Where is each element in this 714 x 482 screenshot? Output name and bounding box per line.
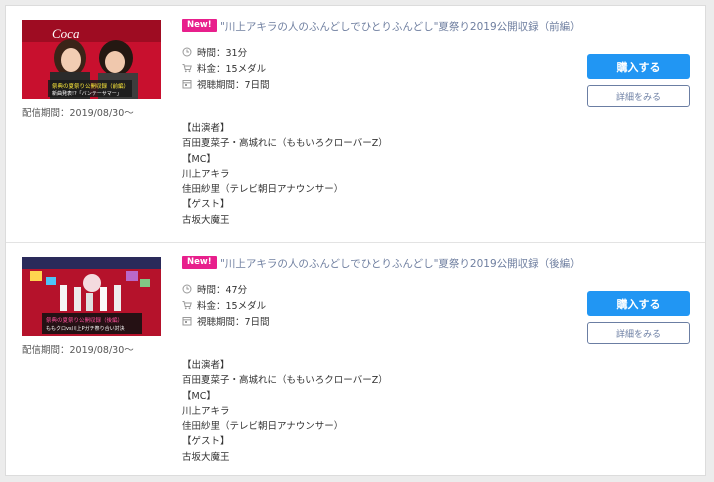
new-badge: New! — [182, 19, 217, 32]
cast-line: 【ゲスト】 — [182, 199, 230, 211]
calendar-icon — [182, 317, 192, 326]
cast-line: 【MC】 — [182, 390, 216, 402]
calendar-icon — [182, 80, 192, 89]
duration-text: 時間：31分 — [197, 48, 248, 59]
thumbnail-image: Coca 祭典の夏祭り公開収録（前編） 新曲発表!?「バンテーサマー」 — [22, 20, 161, 99]
cart-icon — [182, 64, 192, 73]
details-button[interactable]: 詳細をみる — [587, 85, 690, 107]
cart-icon — [182, 301, 192, 310]
price-row: 料金：15メダル — [182, 60, 270, 76]
cast-line: 【出演者】 — [182, 360, 230, 371]
clock-icon — [182, 284, 192, 294]
episode-thumbnail[interactable]: 祭典の夏祭り公開収録（後編） ももクロvs川上Pガチ祭り合い対決 — [22, 257, 161, 336]
cast-line: 【MC】 — [182, 153, 216, 165]
cast-line: 佳田紗里（テレビ朝日アナウンサー） — [182, 421, 344, 433]
cast-line: 古坂大魔王 — [182, 451, 230, 463]
episode-item: 祭典の夏祭り公開収録（後編） ももクロvs川上Pガチ祭り合い対決 配信期間：20… — [6, 242, 705, 479]
episode-thumbnail[interactable]: Coca 祭典の夏祭り公開収録（前編） 新曲発表!?「バンテーサマー」 — [22, 20, 161, 99]
episode-meta: 時間：47分 料金：15メダル 視聴期間：7日間 — [182, 281, 270, 329]
viewing-period-row: 視聴期間：7日間 — [182, 313, 270, 329]
thumbnail-caption-1: 祭典の夏祭り公開収録（後編） — [46, 316, 123, 324]
cast-line: 川上アキラ — [182, 405, 230, 417]
clock-icon — [182, 47, 192, 57]
viewing-period-text: 視聴期間：7日間 — [197, 80, 270, 91]
cast-list: 【出演者】 百田夏菜子・高城れに（ももいろクローバーZ） 【MC】 川上アキラ … — [182, 121, 388, 228]
cast-line: 川上アキラ — [182, 168, 230, 180]
cast-line: 【ゲスト】 — [182, 436, 230, 448]
episode-meta: 時間：31分 料金：15メダル 視聴期間：7日間 — [182, 44, 270, 92]
cast-line: 百田夏菜子・高城れに（ももいろクローバーZ） — [182, 375, 388, 387]
duration-text: 時間：47分 — [197, 285, 248, 296]
price-row: 料金：15メダル — [182, 297, 270, 313]
price-text: 料金：15メダル — [197, 64, 267, 75]
thumbnail-caption-2: ももクロvs川上Pガチ祭り合い対決 — [46, 325, 125, 332]
delivery-period: 配信期間：2019/08/30〜 — [22, 108, 134, 119]
cast-line: 百田夏菜子・高城れに（ももいろクローバーZ） — [182, 138, 388, 150]
episode-title[interactable]: "川上アキラの人のふんどしでひとりふんどし"夏祭り2019公開収録（後編） — [220, 257, 581, 271]
cast-line: 古坂大魔王 — [182, 214, 230, 226]
duration-row: 時間：31分 — [182, 44, 270, 60]
episode-list: Coca 祭典の夏祭り公開収録（前編） 新曲発表!?「バンテーサマー」 配信期間… — [5, 5, 706, 476]
buy-button[interactable]: 購入する — [587, 291, 690, 316]
cast-list: 【出演者】 百田夏菜子・高城れに（ももいろクローバーZ） 【MC】 川上アキラ … — [182, 358, 388, 465]
svg-text:Coca: Coca — [52, 26, 80, 41]
viewing-period-text: 視聴期間：7日間 — [197, 317, 270, 328]
episode-item: Coca 祭典の夏祭り公開収録（前編） 新曲発表!?「バンテーサマー」 配信期間… — [6, 6, 705, 242]
cast-line: 佳田紗里（テレビ朝日アナウンサー） — [182, 184, 344, 196]
thumbnail-caption-1: 祭典の夏祭り公開収録（前編） — [52, 82, 129, 90]
thumbnail-caption-2: 新曲発表!?「バンテーサマー」 — [52, 90, 122, 97]
cast-line: 【出演者】 — [182, 123, 230, 134]
price-text: 料金：15メダル — [197, 301, 267, 312]
viewing-period-row: 視聴期間：7日間 — [182, 76, 270, 92]
details-button[interactable]: 詳細をみる — [587, 322, 690, 344]
duration-row: 時間：47分 — [182, 281, 270, 297]
buy-button[interactable]: 購入する — [587, 54, 690, 79]
episode-title[interactable]: "川上アキラの人のふんどしでひとりふんどし"夏祭り2019公開収録（前編） — [220, 20, 581, 34]
new-badge: New! — [182, 256, 217, 269]
delivery-period: 配信期間：2019/08/30〜 — [22, 345, 134, 356]
thumbnail-image: 祭典の夏祭り公開収録（後編） ももクロvs川上Pガチ祭り合い対決 — [22, 257, 161, 336]
